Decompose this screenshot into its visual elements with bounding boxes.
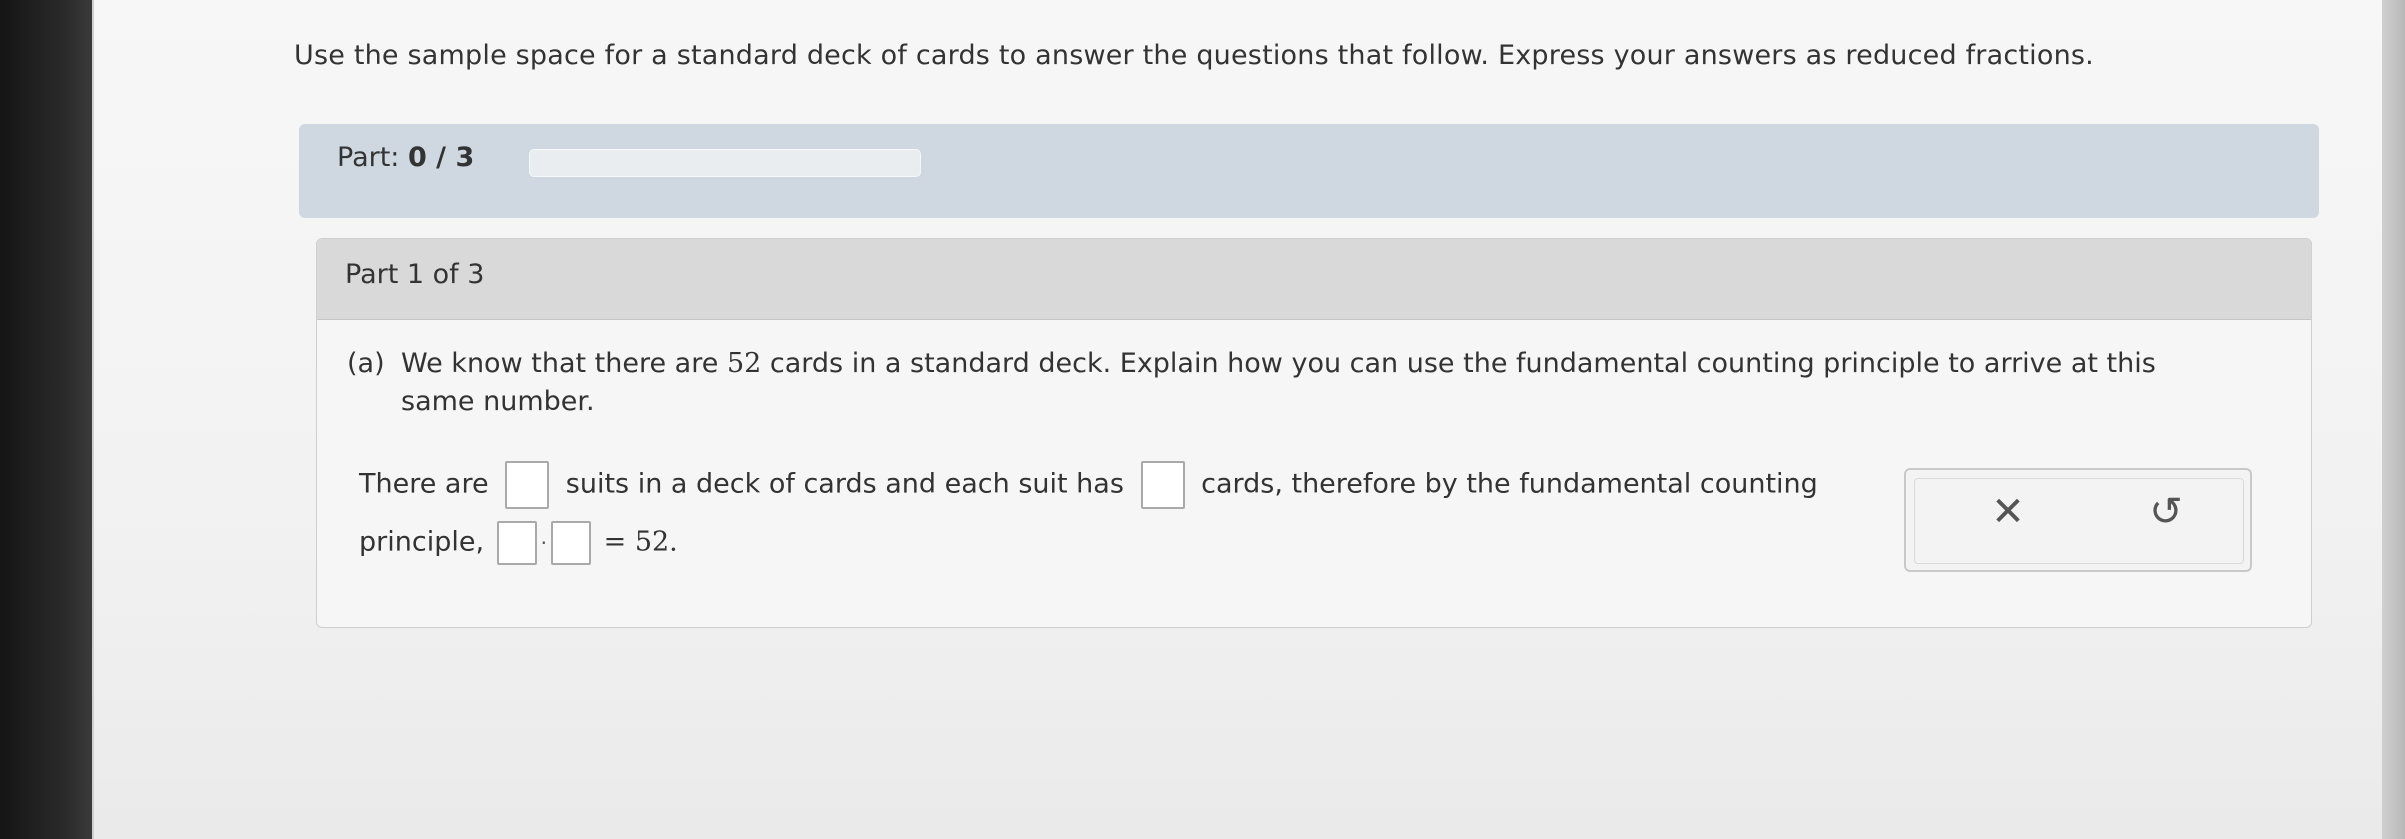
answer-line-2: principle, · = 52. (359, 521, 678, 565)
answer-tools-panel: ✕ ↺ (1904, 468, 2252, 572)
factor-2-input[interactable] (551, 521, 591, 565)
progress-bar: Part: 0 / 3 (299, 124, 2319, 218)
answer-total: 52. (634, 526, 678, 558)
part-header: Part 1 of 3 (317, 239, 2311, 320)
answer-line-1: There are suits in a deck of cards and e… (359, 461, 1818, 509)
screen-edge (2382, 0, 2405, 839)
multiply-dot: · (540, 531, 547, 555)
suits-input[interactable] (505, 461, 550, 509)
factor-1-input[interactable] (496, 521, 537, 565)
part-progress-label: Part: 0 / 3 (337, 142, 474, 173)
progress-label: Part: (337, 142, 400, 173)
answer-text-3: cards, therefore by the fundamental coun… (1201, 468, 1818, 500)
answer-text-4: principle, (359, 526, 485, 558)
question-text: We know that there are 52 cards in a sta… (401, 345, 2221, 421)
question-text-start: We know that there are (401, 348, 719, 379)
answer-text-2: suits in a deck of cards and each suit h… (565, 468, 1124, 500)
part-title: Part 1 of 3 (345, 259, 485, 290)
browser-viewport: Use the sample space for a standard deck… (92, 0, 2405, 839)
progress-track (529, 149, 921, 177)
undo-button[interactable]: ↺ (2142, 488, 2190, 536)
instructions-text: Use the sample space for a standard deck… (294, 40, 2094, 71)
question: (a) We know that there are 52 cards in a… (347, 345, 2227, 417)
answer-text-1: There are (359, 468, 489, 500)
cards-per-suit-input[interactable] (1140, 461, 1185, 509)
progress-value: 0 / 3 (408, 142, 475, 173)
question-number: 52 (726, 348, 762, 379)
question-label: (a) (347, 348, 385, 379)
clear-button[interactable]: ✕ (1984, 488, 2032, 536)
equals-sign: = (603, 526, 627, 558)
desk-edge (0, 0, 92, 839)
answer-tools-inner (1914, 478, 2244, 564)
